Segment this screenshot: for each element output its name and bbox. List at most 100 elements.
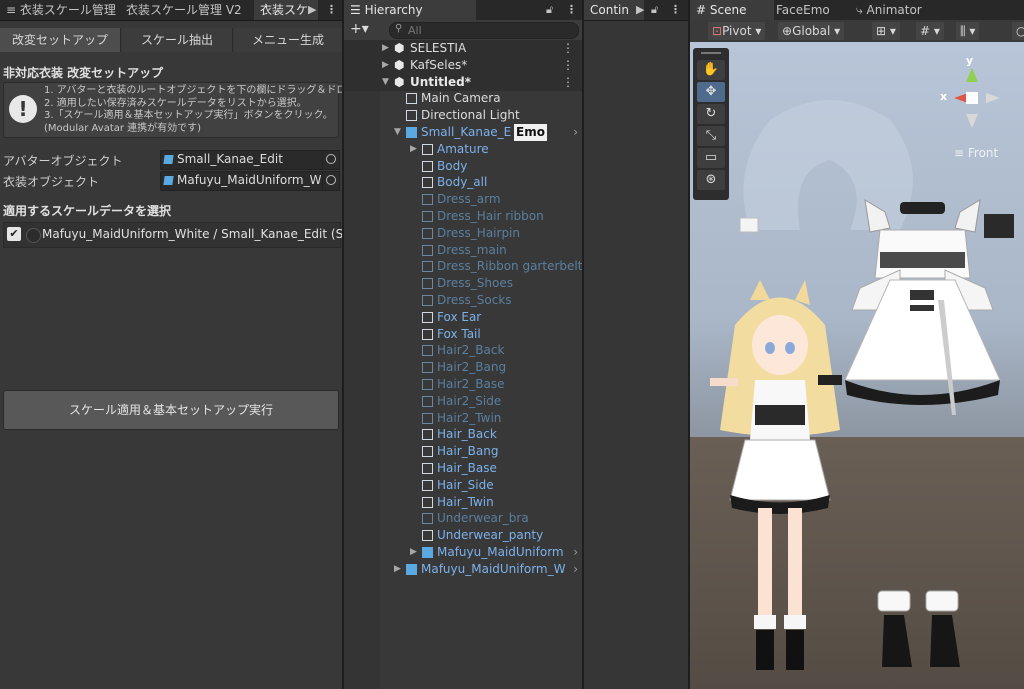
- expanded-arrow-icon[interactable]: ▼: [394, 124, 401, 141]
- hierarchy-item[interactable]: Hair_Base: [344, 460, 582, 477]
- subtab-scale-extract[interactable]: スケール抽出: [122, 28, 233, 52]
- rotate-tool-icon[interactable]: ↻: [697, 104, 725, 124]
- gameobject-icon: [422, 143, 433, 155]
- checkbox[interactable]: ✔: [7, 227, 21, 241]
- hierarchy-item[interactable]: Hair2_Back: [344, 342, 582, 359]
- tab-costume-scale[interactable]: ≡ 衣装スケール管理: [0, 0, 124, 20]
- hierarchy-item[interactable]: Body_all: [344, 174, 582, 191]
- hierarchy-item[interactable]: Dress_Hairpin: [344, 225, 582, 242]
- chevron-right-icon[interactable]: ›: [573, 544, 578, 561]
- more-menu-icon[interactable]: ⋮: [566, 0, 577, 20]
- transform-tool-icon[interactable]: ⊛: [697, 170, 725, 190]
- lock-icon[interactable]: 🔓︎: [651, 0, 658, 20]
- expanded-arrow-icon[interactable]: ▼: [382, 74, 389, 91]
- subtab-setup[interactable]: 改変セットアップ: [0, 28, 121, 52]
- hierarchy-item[interactable]: Dress_Shoes: [344, 275, 582, 292]
- hierarchy-search[interactable]: ⚲: [389, 22, 579, 39]
- hierarchy-item[interactable]: Hair2_Twin: [344, 410, 582, 427]
- tab-label: 衣装スケール管理 V2: [126, 3, 242, 17]
- tab-animator[interactable]: ⤷ Animator: [850, 0, 942, 20]
- avatar-label: アバターオブジェクト: [3, 154, 123, 168]
- chevron-right-icon[interactable]: ›: [573, 124, 578, 141]
- gameobject-icon: [422, 412, 433, 424]
- rect-tool-icon[interactable]: ▭: [697, 148, 725, 168]
- tab-contin[interactable]: Contin: [584, 0, 644, 20]
- collapsed-arrow-icon[interactable]: ▶: [382, 40, 389, 57]
- apply-scale-button[interactable]: スケール適用＆基本セットアップ実行: [3, 390, 339, 430]
- avatar-object-field[interactable]: Small_Kanae_Edit: [160, 150, 324, 170]
- hierarchy-item[interactable]: Hair2_Bang: [344, 359, 582, 376]
- hierarchy-item[interactable]: Dress_main: [344, 242, 582, 259]
- palette-handle[interactable]: [701, 52, 721, 54]
- costume-object-value: Mafuyu_MaidUniform_W: [177, 173, 321, 187]
- hierarchy-item[interactable]: Dress_Ribbon garterbelt: [344, 258, 582, 275]
- grid-snap-dropdown[interactable]: # ▾: [916, 22, 944, 40]
- costume-object-field[interactable]: Mafuyu_MaidUniform_W: [160, 171, 324, 191]
- scene-row[interactable]: ▶ ⬢ SELESTIA ⋮: [344, 40, 582, 57]
- hierarchy-item[interactable]: ▼ Small_Kanae_E Emo ›: [344, 124, 582, 141]
- more-menu-icon[interactable]: ⋮: [562, 74, 574, 91]
- chevron-right-icon[interactable]: ›: [573, 561, 578, 578]
- floating-shoes[interactable]: [870, 585, 980, 680]
- scene-more-button[interactable]: ○: [1012, 22, 1024, 40]
- collapsed-arrow-icon[interactable]: ▶: [394, 561, 401, 578]
- scale-tool-icon[interactable]: ⤡: [697, 126, 725, 146]
- collapsed-arrow-icon[interactable]: ▶: [410, 544, 417, 561]
- orientation-gizmo[interactable]: y x: [940, 54, 1012, 130]
- avatar-character[interactable]: [710, 280, 890, 680]
- scene-row[interactable]: ▶ ⬢ KafSeles* ⋮: [344, 56, 582, 74]
- more-menu-icon[interactable]: ⋮: [562, 57, 574, 74]
- hierarchy-item[interactable]: Dress_arm: [344, 191, 582, 208]
- scene-view[interactable]: # Scene FaceEmo ⤷ Animator ⊡Pivot ▾ ⊕Glo…: [690, 0, 1024, 689]
- hierarchy-item[interactable]: Underwear_bra: [344, 510, 582, 527]
- hierarchy-item[interactable]: Dress_Hair ribbon: [344, 208, 582, 225]
- prefab-icon: [163, 176, 174, 185]
- hierarchy-item[interactable]: Hair2_Base: [344, 376, 582, 393]
- hierarchy-item-label: Dress_Ribbon garterbelt: [437, 259, 582, 274]
- hierarchy-item[interactable]: Underwear_panty: [344, 527, 582, 544]
- add-dropdown-button[interactable]: +▾: [350, 21, 369, 37]
- hand-tool-icon[interactable]: ✋: [697, 60, 725, 80]
- front-label[interactable]: ≡ Front: [954, 146, 998, 160]
- global-dropdown[interactable]: ⊕Global ▾: [778, 22, 845, 40]
- increment-snap-dropdown[interactable]: ⫼ ▾: [956, 22, 980, 40]
- more-menu-icon[interactable]: ⋮: [670, 0, 681, 20]
- hierarchy-item[interactable]: Hair_Side: [344, 477, 582, 494]
- pivot-dropdown[interactable]: ⊡Pivot ▾: [708, 22, 766, 40]
- hierarchy-item[interactable]: Dress_Socks: [344, 292, 582, 309]
- scale-asset-icon: [26, 228, 41, 243]
- tab-scene[interactable]: # Scene: [690, 0, 774, 20]
- hierarchy-item[interactable]: Hair_Twin: [344, 494, 582, 511]
- hierarchy-item[interactable]: Directional Light: [344, 107, 582, 124]
- collapsed-arrow-icon[interactable]: ▶: [382, 57, 389, 74]
- hierarchy-item[interactable]: Fox Tail: [344, 326, 582, 343]
- hierarchy-item[interactable]: Hair2_Side: [344, 393, 582, 410]
- hierarchy-item[interactable]: ▶ Amature: [344, 141, 582, 158]
- hierarchy-item[interactable]: Fox Ear: [344, 309, 582, 326]
- search-input[interactable]: [408, 23, 558, 38]
- hierarchy-item[interactable]: Main Camera: [344, 90, 582, 107]
- more-menu-icon[interactable]: ⋮: [562, 40, 574, 57]
- tab-costume-scale-v2[interactable]: 衣装スケール管理 V2: [120, 0, 252, 20]
- snap-dropdown[interactable]: ⊞ ▾: [872, 22, 900, 40]
- hierarchy-item[interactable]: Hair_Bang: [344, 443, 582, 460]
- lock-icon[interactable]: 🔓︎: [546, 0, 553, 20]
- scene-row[interactable]: ▼ ⬢ Untitled* ⋮: [344, 73, 582, 91]
- tab-faceemo[interactable]: FaceEmo: [770, 0, 844, 20]
- more-menu-icon[interactable]: ⋮: [326, 0, 337, 20]
- avatar-picker-icon[interactable]: [322, 150, 340, 170]
- hierarchy-item[interactable]: Body: [344, 158, 582, 175]
- hierarchy-item[interactable]: ▶ Mafuyu_MaidUniform ›: [344, 544, 582, 561]
- gameobject-icon: [422, 177, 433, 189]
- hierarchy-item[interactable]: ▶ Mafuyu_MaidUniform_W ›: [344, 561, 582, 578]
- hierarchy-item-label: Hair_Base: [437, 461, 497, 475]
- tab-scroll-right-icon[interactable]: ▶: [636, 0, 644, 20]
- costume-picker-icon[interactable]: [322, 171, 340, 191]
- subtab-menu-generate[interactable]: メニュー生成: [234, 28, 342, 52]
- tab-hierarchy[interactable]: ☰ Hierarchy: [344, 0, 476, 20]
- move-tool-icon[interactable]: ✥: [697, 82, 725, 102]
- hierarchy-item[interactable]: Hair_Back: [344, 426, 582, 443]
- scale-data-list-item[interactable]: ✔ Mafuyu_MaidUniform_White / Small_Kanae…: [3, 222, 342, 248]
- collapsed-arrow-icon[interactable]: ▶: [410, 141, 417, 158]
- tab-scroll-right-icon[interactable]: ▶: [308, 0, 316, 20]
